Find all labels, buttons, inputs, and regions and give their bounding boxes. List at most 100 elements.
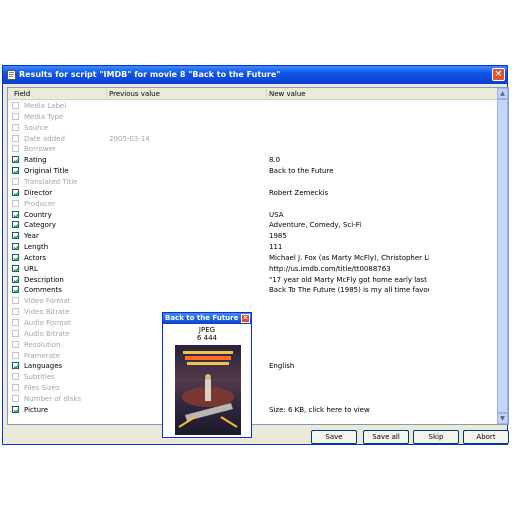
checkbox-checked[interactable]	[12, 232, 20, 240]
field-name: Source	[24, 123, 49, 132]
image-format: JPEG	[198, 326, 216, 334]
field-name: Director	[24, 188, 53, 197]
table-row[interactable]: Country USA	[8, 209, 498, 220]
table-row[interactable]: Files Sizes	[8, 382, 498, 393]
table-row[interactable]: Video Format	[8, 295, 498, 306]
new-value[interactable]: Size: 6 KB, click here to view	[269, 406, 429, 414]
window-title: Results for script "IMDB" for movie 8 "B…	[19, 70, 281, 79]
table-row[interactable]: Subtitles	[8, 371, 498, 382]
popup-title-bar[interactable]: Back to the Future ✕	[163, 313, 251, 324]
table-row[interactable]: Date added 2005-03-14	[8, 133, 498, 144]
new-value: 111	[269, 243, 283, 252]
close-button[interactable]: ✕	[492, 68, 505, 81]
checkbox-unchecked[interactable]	[12, 394, 19, 402]
checkbox-unchecked[interactable]	[12, 351, 19, 359]
table-row[interactable]: Director Robert Zemeckis	[8, 187, 498, 198]
checkbox-unchecked[interactable]	[12, 319, 19, 326]
checkbox-unchecked[interactable]	[12, 102, 19, 109]
table-row[interactable]: Comments Back To The Future (1985) is my …	[8, 284, 498, 295]
checkbox-unchecked[interactable]	[12, 177, 19, 185]
results-grid[interactable]: Field Previous value New value Media Lab…	[7, 87, 509, 425]
new-value: "17 year old Marty McFly got home early …	[269, 275, 429, 284]
table-row[interactable]: Picture Size: 6 KB, click here to view	[8, 404, 498, 415]
field-name: Rating	[24, 156, 47, 165]
table-row[interactable]: Actors Michael J. Fox (as Marty McFly), C…	[8, 252, 498, 263]
checkbox-unchecked[interactable]	[12, 297, 19, 305]
table-row[interactable]: Borrower	[8, 143, 498, 154]
checkbox-checked[interactable]	[12, 156, 20, 164]
checkbox-checked[interactable]	[12, 243, 20, 251]
table-row[interactable]: Rating 8.0	[8, 154, 498, 165]
column-header-previous[interactable]: Previous value	[109, 90, 160, 98]
checkbox-checked[interactable]	[12, 221, 20, 229]
table-row[interactable]: Media Type	[8, 111, 498, 122]
table-row[interactable]: Number of disks	[8, 393, 498, 404]
scroll-up-icon[interactable]: ▲	[497, 88, 508, 99]
table-row[interactable]: Video Bitrate	[8, 306, 498, 317]
table-row[interactable]: Description "17 year old Marty McFly got …	[8, 274, 498, 285]
table-row[interactable]: Audio Bitrate	[8, 328, 498, 339]
checkmark-icon	[13, 234, 20, 240]
table-row[interactable]: Original Title Back to the Future	[8, 165, 498, 176]
title-bar[interactable]: Results for script "IMDB" for movie 8 "B…	[3, 66, 507, 84]
skip-button[interactable]: Skip	[413, 430, 459, 444]
field-name: Picture	[24, 405, 49, 414]
field-name: Producer	[24, 199, 56, 208]
table-row[interactable]: Length 111	[8, 241, 498, 252]
scroll-thumb[interactable]	[497, 99, 508, 413]
new-value: English	[269, 362, 295, 371]
vertical-scrollbar[interactable]: ▲ ▼	[497, 88, 508, 424]
checkbox-unchecked[interactable]	[12, 373, 19, 381]
checkbox-checked[interactable]	[12, 275, 20, 283]
checkbox-checked[interactable]	[12, 167, 20, 175]
column-header-new[interactable]: New value	[269, 90, 306, 98]
scroll-down-icon[interactable]: ▼	[497, 413, 508, 424]
movie-poster-image[interactable]	[175, 345, 241, 435]
table-row[interactable]: Year 1985	[8, 230, 498, 241]
checkbox-checked[interactable]	[12, 362, 20, 370]
checkmark-icon	[13, 266, 20, 273]
table-row[interactable]: Resolution	[8, 339, 498, 350]
abort-button[interactable]: Abort	[463, 430, 509, 444]
table-row[interactable]: Media Label	[8, 100, 498, 111]
checkbox-unchecked[interactable]	[12, 134, 19, 142]
checkbox-unchecked[interactable]	[12, 308, 19, 316]
checkbox-checked[interactable]	[12, 286, 20, 294]
field-name: Audio Format	[24, 319, 71, 327]
checkbox-checked[interactable]	[12, 188, 20, 197]
field-name: Description	[24, 275, 64, 284]
table-row[interactable]: Category Adventure, Comedy, Sci-Fi	[8, 219, 498, 230]
checkbox-checked[interactable]	[12, 253, 20, 262]
table-row[interactable]: Producer	[8, 198, 498, 209]
checkbox-checked[interactable]	[12, 405, 20, 414]
table-row[interactable]: Audio Format	[8, 317, 498, 328]
save-all-button[interactable]: Save all	[363, 430, 409, 444]
field-name: Comments	[24, 286, 62, 295]
checkbox-unchecked[interactable]	[12, 145, 19, 153]
checkbox-unchecked[interactable]	[12, 123, 19, 131]
table-row[interactable]: Source	[8, 122, 498, 133]
field-name: Video Bitrate	[24, 308, 70, 317]
column-header-field[interactable]: Field	[14, 90, 30, 98]
field-name: Languages	[24, 362, 63, 371]
checkbox-unchecked[interactable]	[12, 329, 19, 337]
field-name: URL	[24, 264, 38, 273]
table-row[interactable]: Framerate	[8, 350, 498, 361]
table-row[interactable]: URL http://us.imdb.com/title/tt0088763	[8, 263, 498, 274]
checkbox-unchecked[interactable]	[12, 384, 19, 392]
table-row[interactable]: Translated Title	[8, 176, 498, 187]
checkbox-unchecked[interactable]	[12, 340, 19, 348]
popup-close-button[interactable]: ✕	[241, 314, 250, 323]
checkmark-icon	[13, 407, 20, 414]
new-value: USA	[269, 210, 284, 219]
checkbox-unchecked[interactable]	[12, 112, 19, 120]
checkmark-icon	[13, 190, 20, 197]
save-button[interactable]: Save	[311, 430, 357, 444]
table-row[interactable]: Languages English	[8, 360, 498, 371]
checkbox-unchecked[interactable]	[12, 199, 19, 207]
new-value: Adventure, Comedy, Sci-Fi	[269, 221, 362, 230]
field-name: Video Format	[24, 297, 71, 306]
checkbox-checked[interactable]	[12, 264, 20, 273]
checkbox-checked[interactable]	[12, 210, 20, 218]
field-name: Borrower	[24, 145, 56, 154]
